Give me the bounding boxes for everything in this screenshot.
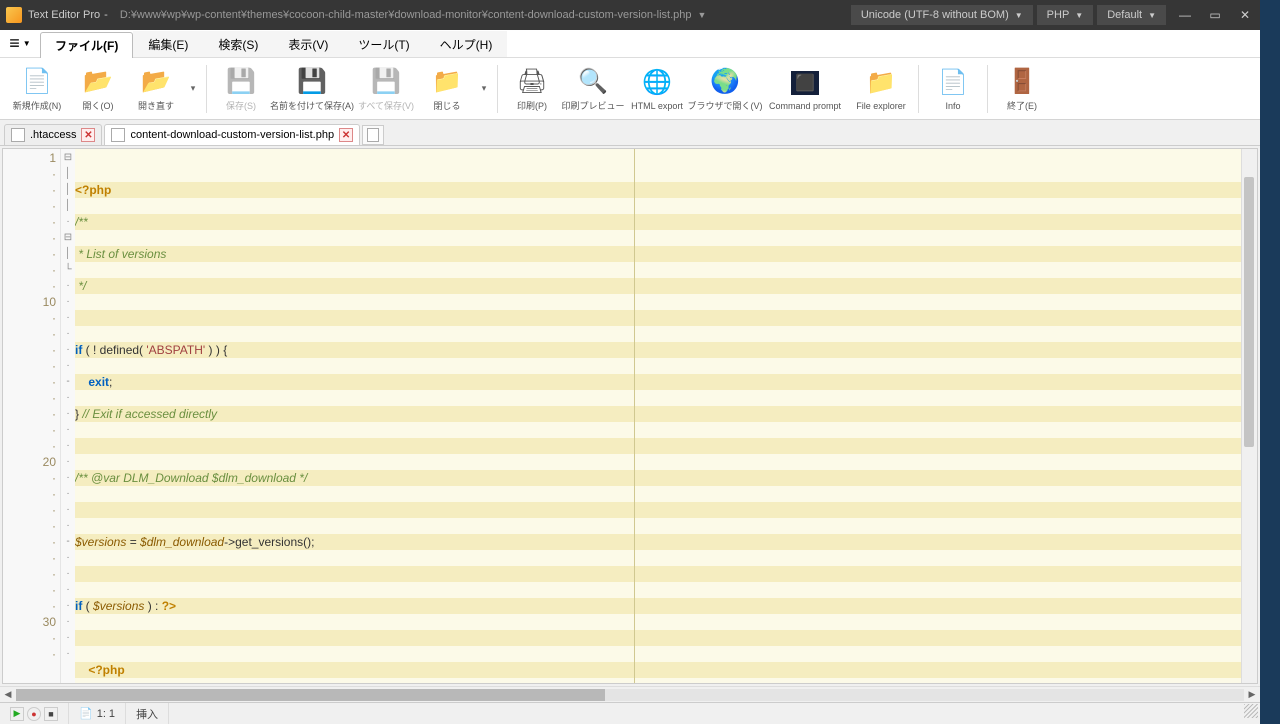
terminal-icon bbox=[789, 67, 821, 99]
file-path: D:¥www¥wp¥wp-content¥themes¥cocoon-child… bbox=[120, 9, 692, 21]
editor-area: 1···· ···· 10···· ····· 20···· ····· 30·… bbox=[2, 148, 1258, 684]
fold-column[interactable]: ⊟│││· ⊟│└·· ····- ····· ····- ····· ·· bbox=[61, 149, 75, 683]
reopen-button[interactable]: 開き直す bbox=[128, 61, 184, 117]
title-bar: Text Editor Pro - D:¥www¥wp¥wp-content¥t… bbox=[0, 0, 1260, 30]
macro-stop-icon[interactable]: ■ bbox=[44, 707, 58, 721]
status-bar: ▶ ● ■ 📄 1: 1 挿入 bbox=[0, 702, 1260, 724]
code-content[interactable]: <?php /** * List of versions */ if ( ! d… bbox=[75, 149, 1241, 683]
file-tab-active[interactable]: content-download-custom-version-list.php… bbox=[104, 124, 360, 145]
print-preview-button[interactable]: 印刷プレビュー bbox=[562, 61, 624, 117]
menu-search[interactable]: 検索(S) bbox=[203, 31, 273, 57]
file-tab-strip: .htaccess ✕ content-download-custom-vers… bbox=[0, 120, 1260, 146]
path-dropdown-icon[interactable]: ▼ bbox=[697, 10, 706, 20]
close-window-button[interactable]: ✕ bbox=[1230, 0, 1260, 30]
preview-icon bbox=[577, 65, 609, 97]
print-button[interactable]: 印刷(P) bbox=[504, 61, 560, 117]
file-tab-htaccess[interactable]: .htaccess ✕ bbox=[4, 124, 102, 145]
menu-edit[interactable]: 編集(E) bbox=[133, 31, 203, 57]
toolbar: 新規作成(N) 開く(O) 開き直す ▾ 保存(S) 名前を付けて保存(A) す… bbox=[0, 58, 1260, 120]
close-file-button[interactable]: 閉じる bbox=[419, 61, 475, 117]
close-tab-icon[interactable]: ✕ bbox=[339, 128, 353, 142]
macro-record-icon[interactable]: ● bbox=[27, 707, 41, 721]
save-as-button[interactable]: 名前を付けて保存(A) bbox=[271, 61, 353, 117]
maximize-button[interactable]: ▭ bbox=[1200, 0, 1230, 30]
vertical-scrollbar[interactable] bbox=[1241, 149, 1257, 683]
hamburger-menu[interactable]: ▼ bbox=[0, 33, 40, 54]
info-icon bbox=[937, 67, 969, 99]
html-export-button[interactable]: HTML export bbox=[626, 61, 688, 117]
folder-open-icon bbox=[82, 65, 114, 97]
app-icon bbox=[6, 7, 22, 23]
theme-selector[interactable]: Default▼ bbox=[1097, 5, 1166, 25]
file-explorer-button[interactable]: File explorer bbox=[850, 61, 912, 117]
status-position: 📄 1: 1 bbox=[69, 703, 126, 724]
title-sep: - bbox=[104, 9, 108, 21]
new-tab-button[interactable] bbox=[362, 125, 384, 145]
explorer-icon bbox=[865, 67, 897, 99]
menu-bar: ▼ ファイル(F) 編集(E) 検索(S) 表示(V) ツール(T) ヘルプ(H… bbox=[0, 30, 1260, 58]
status-insert-mode: 挿入 bbox=[126, 703, 169, 724]
file-icon bbox=[21, 65, 53, 97]
folder-reopen-icon bbox=[140, 65, 172, 97]
close-file-icon bbox=[431, 65, 463, 97]
file-icon bbox=[367, 128, 379, 142]
app-title: Text Editor Pro bbox=[28, 9, 100, 21]
macro-play-icon[interactable]: ▶ bbox=[10, 707, 24, 721]
language-selector[interactable]: PHP▼ bbox=[1037, 5, 1094, 25]
save-all-icon bbox=[370, 65, 402, 97]
save-as-icon bbox=[296, 65, 328, 97]
minimize-button[interactable]: — bbox=[1170, 0, 1200, 30]
save-icon bbox=[225, 65, 257, 97]
print-icon bbox=[516, 65, 548, 97]
exit-icon bbox=[1006, 65, 1038, 97]
command-prompt-button[interactable]: Command prompt bbox=[762, 61, 848, 117]
encoding-selector[interactable]: Unicode (UTF-8 without BOM)▼ bbox=[851, 5, 1033, 25]
menu-view[interactable]: 表示(V) bbox=[273, 31, 343, 57]
exit-button[interactable]: 終了(E) bbox=[994, 61, 1050, 117]
open-button[interactable]: 開く(O) bbox=[70, 61, 126, 117]
save-all-button: すべて保存(V) bbox=[355, 61, 417, 117]
horizontal-scrollbar[interactable]: ◀▶ bbox=[0, 686, 1260, 702]
line-gutter: 1···· ···· 10···· ····· 20···· ····· 30·… bbox=[3, 149, 61, 683]
globe-icon bbox=[709, 65, 741, 97]
file-icon bbox=[111, 128, 125, 142]
resize-grip[interactable] bbox=[1244, 704, 1258, 718]
close-tab-icon[interactable]: ✕ bbox=[81, 128, 95, 142]
tab-label: content-download-custom-version-list.php bbox=[130, 129, 334, 141]
menu-help[interactable]: ヘルプ(H) bbox=[425, 31, 508, 57]
menu-tools[interactable]: ツール(T) bbox=[343, 31, 424, 57]
new-file-button[interactable]: 新規作成(N) bbox=[6, 61, 68, 117]
close-dropdown[interactable]: ▾ bbox=[477, 61, 491, 117]
save-button: 保存(S) bbox=[213, 61, 269, 117]
html-icon bbox=[641, 67, 673, 99]
info-button[interactable]: Info bbox=[925, 61, 981, 117]
reopen-dropdown[interactable]: ▾ bbox=[186, 61, 200, 117]
file-icon bbox=[11, 128, 25, 142]
menu-file[interactable]: ファイル(F) bbox=[40, 32, 133, 58]
open-browser-button[interactable]: ブラウザで開く(V) bbox=[690, 61, 760, 117]
tab-label: .htaccess bbox=[30, 129, 76, 141]
